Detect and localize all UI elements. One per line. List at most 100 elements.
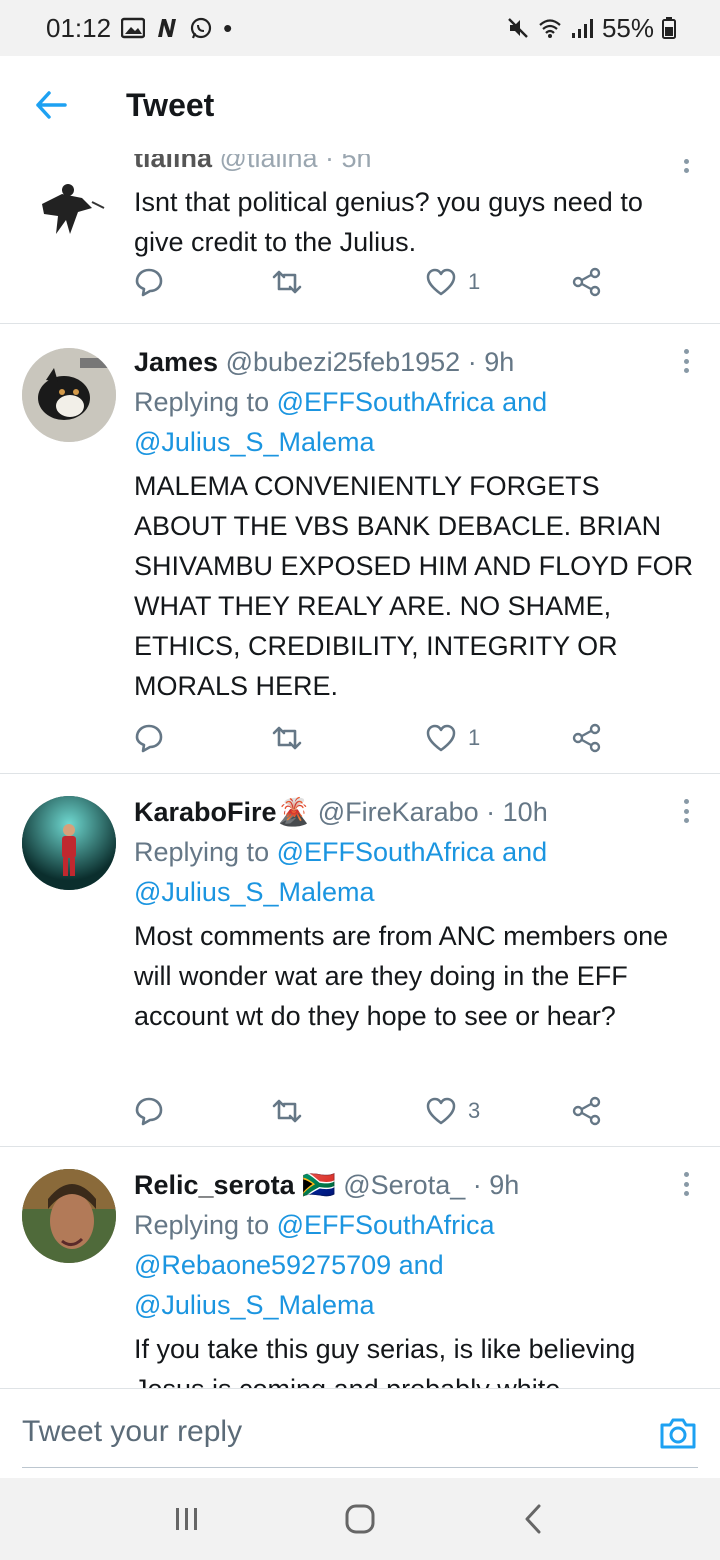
like-button[interactable]: 1: [426, 718, 480, 758]
tweet-time: · 10h: [478, 797, 548, 827]
share-button[interactable]: [572, 718, 602, 758]
flag-emoji: 🇿🇦: [302, 1170, 336, 1200]
tweet-item[interactable]: James @bubezi25feb1952 · 9h Replying to …: [0, 324, 720, 774]
status-right: 55%: [506, 13, 676, 44]
like-count: 1: [468, 725, 481, 750]
tweet-item[interactable]: tlallna @tlallna · 5h Isnt that politica…: [0, 154, 720, 324]
user-name[interactable]: KaraboFire🌋: [134, 797, 310, 827]
gallery-icon: [121, 17, 146, 39]
user-name[interactable]: James: [134, 347, 218, 377]
signal-icon: [571, 19, 593, 38]
camera-button[interactable]: [658, 1413, 698, 1453]
whatsapp-icon: [190, 17, 212, 39]
more-options-button[interactable]: [676, 154, 696, 176]
replying-to-label: Replying to: [134, 387, 277, 417]
share-icon: [572, 267, 601, 297]
mention-joiner[interactable]: and: [495, 387, 547, 417]
mention-link[interactable]: @EFFSouthAfrica: [277, 837, 495, 867]
tweet-body: KaraboFire🌋 @FireKarabo · 10h Replying t…: [134, 792, 696, 1036]
tweet-text: If you take this guy serias, is like bel…: [134, 1334, 636, 1388]
tweet-time: · 5h: [317, 154, 372, 173]
app-header: Tweet: [0, 56, 720, 154]
home-button[interactable]: [330, 1489, 390, 1549]
retweet-button[interactable]: [270, 718, 304, 758]
status-dot: •: [223, 12, 233, 43]
comment-icon: [135, 268, 163, 297]
status-time: 01:12: [46, 12, 112, 43]
replying-to: Replying to @EFFSouthAfrica @Rebaone5927…: [134, 1205, 696, 1325]
more-options-button[interactable]: [676, 346, 696, 376]
reply-button[interactable]: [134, 262, 164, 302]
recent-apps-button[interactable]: [157, 1489, 217, 1549]
tweet-header: James @bubezi25feb1952 · 9h: [134, 342, 696, 382]
mention-link[interactable]: @Rebaone59275709: [134, 1250, 391, 1280]
nav-back-button[interactable]: [503, 1489, 563, 1549]
share-button[interactable]: [572, 1091, 602, 1131]
tweet-time: · 9h: [460, 347, 515, 377]
user-handle[interactable]: @tlallna: [220, 154, 318, 173]
user-handle[interactable]: @FireKarabo: [318, 797, 479, 827]
tweet-time: · 9h: [465, 1170, 520, 1200]
like-count: 3: [468, 1098, 481, 1123]
mention-link[interactable]: @EFFSouthAfrica: [277, 387, 495, 417]
mention-link[interactable]: @Julius_S_Malema: [134, 427, 375, 457]
more-options-button[interactable]: [676, 796, 696, 826]
mention-link[interactable]: @Julius_S_Malema: [134, 1290, 375, 1320]
replying-to-label: Replying to: [134, 837, 277, 867]
avatar-image: [22, 164, 116, 258]
heart-icon: [426, 724, 456, 752]
user-name[interactable]: Relic_serota: [134, 1170, 295, 1200]
tweet-text: Isnt that political genius? you guys nee…: [134, 187, 643, 257]
retweet-button[interactable]: [270, 1091, 304, 1131]
comment-icon: [135, 724, 163, 753]
page-title: Tweet: [126, 86, 215, 123]
share-button[interactable]: [572, 262, 602, 302]
share-icon: [572, 1096, 601, 1126]
status-left: 01:12 •: [46, 13, 232, 44]
avatar[interactable]: [22, 796, 116, 890]
user-name[interactable]: tlallna: [134, 154, 212, 173]
retweet-icon: [272, 1099, 302, 1123]
heart-icon: [426, 268, 456, 296]
avatar-image: [22, 796, 116, 890]
avatar[interactable]: [22, 348, 116, 442]
user-handle[interactable]: @bubezi25feb1952: [226, 347, 461, 377]
tweet-body: Relic_serota 🇿🇦 @Serota_ · 9h Replying t…: [134, 1165, 696, 1388]
n-icon: [158, 19, 177, 37]
avatar[interactable]: [22, 1169, 116, 1263]
retweet-icon: [272, 726, 302, 750]
back-icon: [525, 1504, 541, 1534]
mention-link[interactable]: @Julius_S_Malema: [134, 877, 375, 907]
mention-joiner[interactable]: and: [495, 837, 547, 867]
like-button[interactable]: 1: [426, 262, 480, 302]
reply-underline: [22, 1467, 698, 1468]
reply-composer: Tweet your reply: [0, 1388, 720, 1478]
user-handle[interactable]: @Serota_: [343, 1170, 465, 1200]
home-icon: [345, 1504, 375, 1534]
status-bar: 01:12 • 55%: [0, 0, 720, 56]
more-options-button[interactable]: [676, 1169, 696, 1199]
reply-button[interactable]: [134, 718, 164, 758]
battery-percent: 55%: [601, 12, 654, 43]
reply-button[interactable]: [134, 1091, 164, 1131]
tweet-item[interactable]: Relic_serota 🇿🇦 @Serota_ · 9h Replying t…: [0, 1147, 720, 1388]
tweet-feed[interactable]: tlallna @tlallna · 5h Isnt that politica…: [0, 154, 720, 1388]
tweet-body: tlallna @tlallna · 5h Isnt that politica…: [134, 154, 696, 262]
tweet-body: James @bubezi25feb1952 · 9h Replying to …: [134, 342, 696, 706]
back-button[interactable]: [16, 70, 86, 140]
mention-joiner[interactable]: and: [391, 1250, 444, 1280]
mention-link[interactable]: @EFFSouthAfrica: [277, 1210, 495, 1240]
tweet-actions: 1: [134, 718, 614, 758]
reply-input[interactable]: Tweet your reply: [22, 1415, 242, 1449]
avatar[interactable]: [22, 164, 116, 258]
like-count: 1: [468, 269, 481, 294]
tweet-actions: 1: [134, 262, 614, 302]
mute-icon: [508, 18, 528, 38]
like-button[interactable]: 3: [426, 1091, 480, 1131]
arrow-left-icon: [36, 91, 67, 119]
system-nav-bar: [0, 1478, 720, 1560]
tweet-item[interactable]: KaraboFire🌋 @FireKarabo · 10h Replying t…: [0, 774, 720, 1147]
avatar-image: [22, 1169, 116, 1263]
retweet-button[interactable]: [270, 262, 304, 302]
tweet-actions: 3: [134, 1091, 614, 1131]
